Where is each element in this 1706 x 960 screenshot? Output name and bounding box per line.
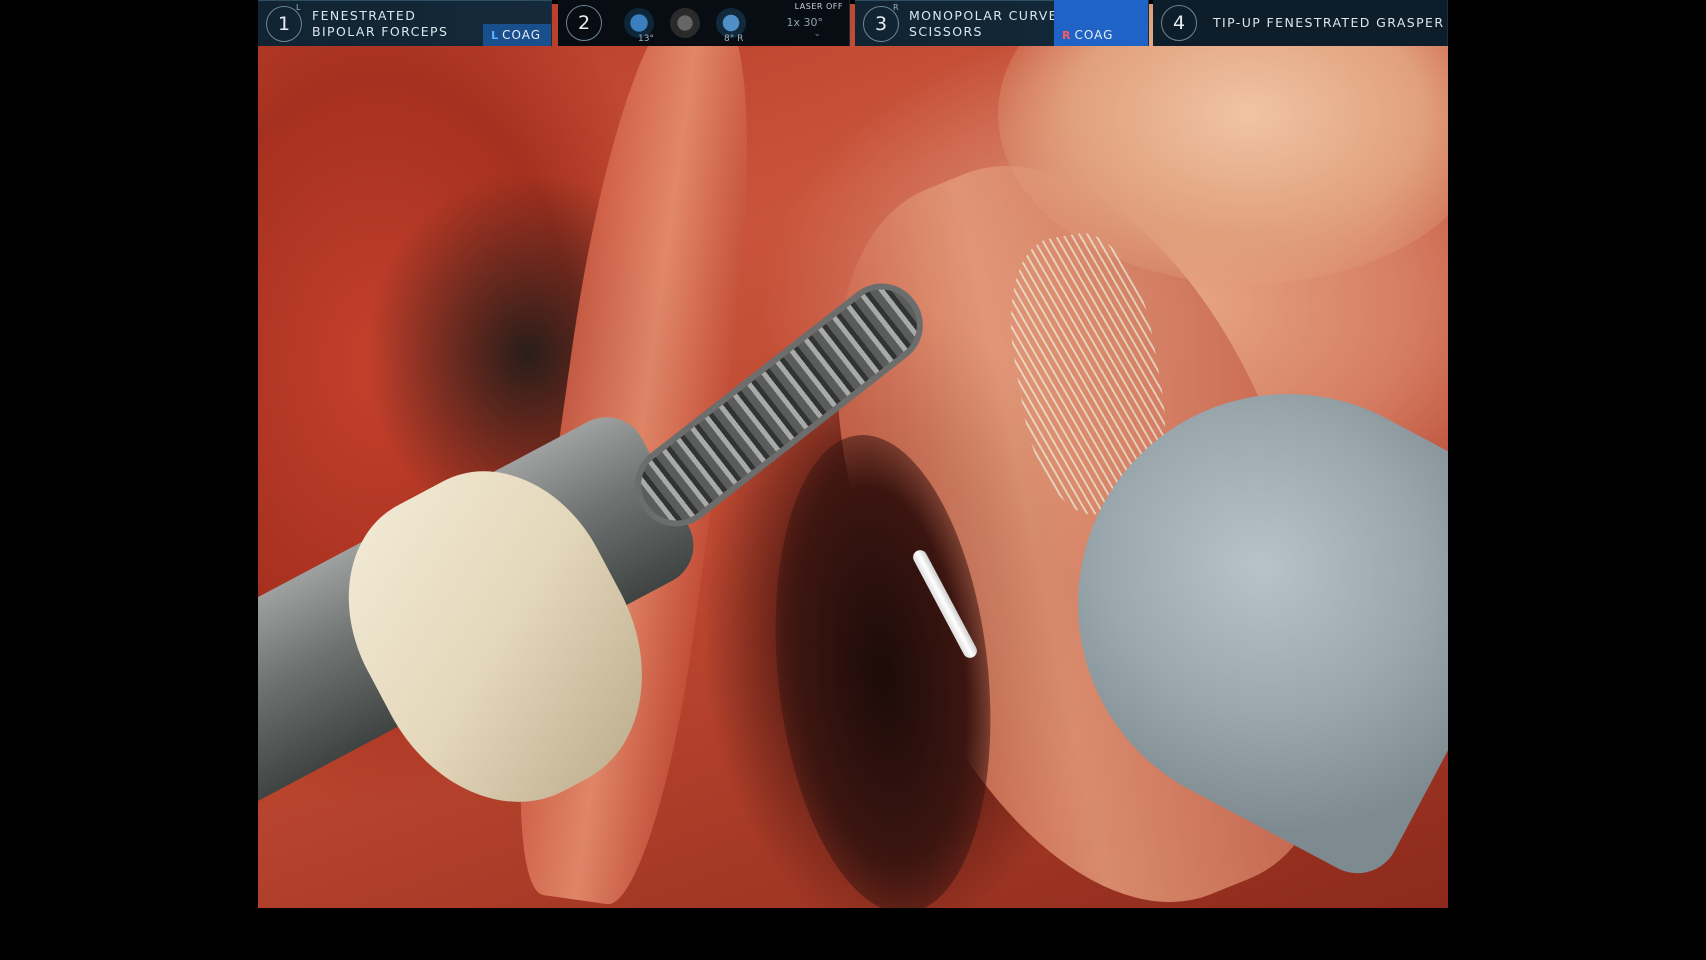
arm-3-panel[interactable]: 3 R MONOPOLAR CURVED SCISSORS R COAG bbox=[855, 0, 1149, 46]
arm-1-side: L bbox=[296, 3, 301, 12]
arm-1-energy-mode: COAG bbox=[502, 28, 541, 42]
arm-1-name-line2: BIPOLAR FORCEPS bbox=[312, 23, 449, 39]
arm-3-instrument-name: MONOPOLAR CURVED SCISSORS bbox=[909, 8, 1069, 40]
arm-4-panel[interactable]: 4 TIP-UP FENESTRATED GRASPER bbox=[1153, 0, 1448, 46]
arm-3-name-line2: SCISSORS bbox=[909, 23, 983, 39]
arm-3-side: R bbox=[893, 3, 899, 12]
arm-3-energy-badge: R COAG bbox=[1054, 0, 1148, 46]
camera-view-icon bbox=[670, 8, 700, 38]
arm-3-energy-mode: COAG bbox=[1074, 28, 1114, 42]
endoscope-video-feed bbox=[258, 4, 1448, 908]
arm-1-instrument-name: FENESTRATED BIPOLAR FORCEPS bbox=[312, 8, 448, 40]
arm-3-name-line1: MONOPOLAR CURVED bbox=[909, 7, 1070, 23]
arm-1-energy-badge: L COAG bbox=[483, 24, 551, 46]
arm-1-panel[interactable]: 1 L FENESTRATED BIPOLAR FORCEPS L COAG bbox=[258, 0, 552, 46]
camera-angle-left: 13° bbox=[638, 34, 654, 44]
arm-4-instrument-name: TIP-UP FENESTRATED GRASPER bbox=[1213, 15, 1445, 30]
arm-1-name-line1: FENESTRATED bbox=[312, 7, 417, 23]
arm-4-number: 4 bbox=[1161, 5, 1197, 41]
arm-3-energy-side: R bbox=[1062, 29, 1072, 42]
chevron-down-icon: ⌄ bbox=[813, 29, 821, 39]
camera-number: 2 bbox=[566, 5, 602, 41]
camera-angle-right: 8° R bbox=[724, 34, 744, 44]
arm-1-energy-side: L bbox=[491, 28, 500, 42]
scope-setting: 1x 30° bbox=[786, 16, 823, 29]
laser-status: LASER OFF bbox=[794, 2, 843, 11]
camera-panel[interactable]: 2 13° 8° R LASER OFF 1x 30° ⌄ bbox=[558, 0, 850, 46]
